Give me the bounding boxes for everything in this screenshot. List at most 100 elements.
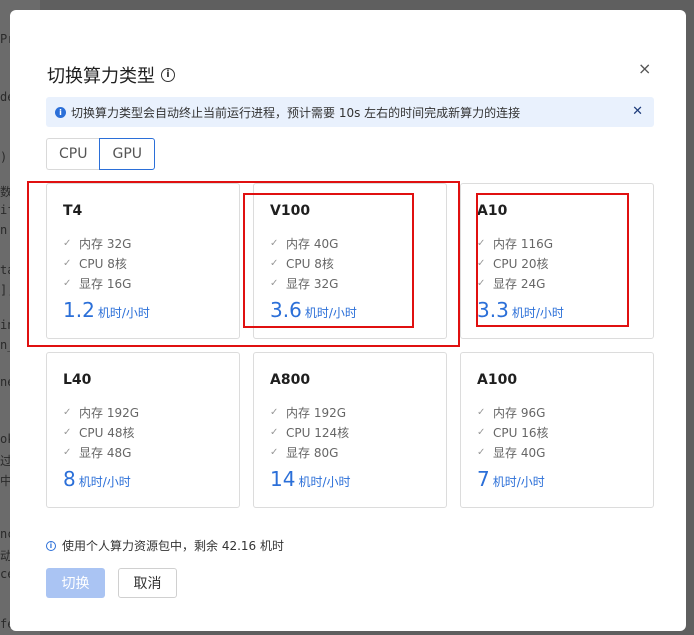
- price: 1.2 机时/小时: [63, 298, 150, 322]
- check-icon: ✓: [270, 447, 279, 458]
- check-icon: ✓: [270, 278, 279, 289]
- spec-memory: ✓ 内存 192G: [63, 404, 139, 421]
- gpu-card-l40[interactable]: L40 ✓ 内存 192G ✓ CPU 48核 ✓ 显存 48G 8 机时/小时: [46, 352, 240, 508]
- spec-cpu: ✓ CPU 20核: [477, 255, 548, 272]
- spec-vram: ✓ 显存 32G: [270, 275, 338, 292]
- spec-text: 显存 40G: [493, 446, 546, 460]
- alert-text: 切换算力类型会自动终止当前运行进程，预计需要 10s 左右的时间完成新算力的连接: [71, 105, 521, 120]
- spec-memory: ✓ 内存 32G: [63, 235, 131, 252]
- check-icon: ✓: [477, 407, 486, 418]
- spec-text: 显存 32G: [286, 277, 339, 291]
- spec-text: CPU 8核: [79, 257, 127, 271]
- check-icon: ✓: [270, 238, 279, 249]
- spec-text: 显存 48G: [79, 446, 132, 460]
- spec-text: 内存 96G: [493, 406, 546, 420]
- code-line: ): [0, 150, 8, 164]
- check-icon: ✓: [63, 447, 72, 458]
- gpu-name: L40: [63, 372, 92, 388]
- cancel-button[interactable]: 取消: [118, 568, 177, 598]
- alert-info-icon: i: [55, 106, 66, 118]
- info-icon: i: [46, 540, 56, 551]
- close-dialog-icon[interactable]: ×: [638, 59, 651, 78]
- spec-text: CPU 124核: [286, 426, 350, 440]
- gpu-card-a100[interactable]: A100 ✓ 内存 96G ✓ CPU 16核 ✓ 显存 40G 7 机时/小时: [460, 352, 654, 508]
- price-value: 3.6: [270, 298, 302, 322]
- check-icon: ✓: [63, 258, 72, 269]
- spec-cpu: ✓ CPU 8核: [270, 255, 334, 272]
- dialog-title-text: 切换算力类型: [47, 66, 155, 87]
- price: 14 机时/小时: [270, 467, 351, 491]
- spec-text: CPU 20核: [493, 257, 549, 271]
- price-value: 8: [63, 467, 76, 491]
- price: 8 机时/小时: [63, 467, 131, 491]
- gpu-card-a10[interactable]: A10 ✓ 内存 116G ✓ CPU 20核 ✓ 显存 24G 3.3 机时/小时: [460, 183, 654, 339]
- price-unit: 机时/小时: [298, 475, 351, 489]
- check-icon: ✓: [477, 258, 486, 269]
- spec-cpu: ✓ CPU 124核: [270, 424, 349, 441]
- info-icon[interactable]: i: [161, 68, 175, 82]
- price-unit: 机时/小时: [511, 306, 564, 320]
- switch-button[interactable]: 切换: [46, 568, 105, 598]
- spec-vram: ✓ 显存 80G: [270, 444, 338, 461]
- spec-cpu: ✓ CPU 48核: [63, 424, 134, 441]
- gpu-card-v100[interactable]: V100 ✓ 内存 40G ✓ CPU 8核 ✓ 显存 32G 3.6 机时/小时: [253, 183, 447, 339]
- gpu-card-a800[interactable]: A800 ✓ 内存 192G ✓ CPU 124核 ✓ 显存 80G 14 机时/小时: [253, 352, 447, 508]
- price: 3.6 机时/小时: [270, 298, 357, 322]
- spec-text: CPU 16核: [493, 426, 549, 440]
- spec-memory: ✓ 内存 116G: [477, 235, 553, 252]
- spec-text: CPU 48核: [79, 426, 135, 440]
- dialog-title: 切换算力类型 i: [47, 62, 175, 88]
- price-value: 14: [270, 467, 296, 491]
- check-icon: ✓: [63, 427, 72, 438]
- gpu-name: A800: [270, 372, 311, 388]
- spec-cpu: ✓ CPU 16核: [477, 424, 548, 441]
- spec-vram: ✓ 显存 16G: [63, 275, 131, 292]
- spec-vram: ✓ 显存 48G: [63, 444, 131, 461]
- price-unit: 机时/小时: [97, 306, 150, 320]
- tab-gpu[interactable]: GPU: [99, 138, 156, 170]
- price: 3.3 机时/小时: [477, 298, 564, 322]
- price-value: 1.2: [63, 298, 95, 322]
- spec-memory: ✓ 内存 96G: [477, 404, 545, 421]
- spec-text: 显存 16G: [79, 277, 132, 291]
- tab-cpu[interactable]: CPU: [46, 138, 100, 170]
- spec-text: 内存 192G: [286, 406, 347, 420]
- check-icon: ✓: [63, 238, 72, 249]
- spec-text: 内存 32G: [79, 237, 132, 251]
- balance-info: i 使用个人算力资源包中，剩余 42.16 机时: [46, 537, 284, 554]
- check-icon: ✓: [63, 278, 72, 289]
- check-icon: ✓: [477, 447, 486, 458]
- compute-type-tabs: CPU GPU: [46, 138, 156, 170]
- check-icon: ✓: [63, 407, 72, 418]
- spec-memory: ✓ 内存 192G: [270, 404, 346, 421]
- spec-cpu: ✓ CPU 8核: [63, 255, 127, 272]
- price-unit: 机时/小时: [304, 306, 357, 320]
- check-icon: ✓: [477, 278, 486, 289]
- gpu-name: A10: [477, 203, 508, 219]
- check-icon: ✓: [270, 258, 279, 269]
- gpu-name: T4: [63, 203, 83, 219]
- spec-text: 内存 192G: [79, 406, 140, 420]
- spec-text: 显存 80G: [286, 446, 339, 460]
- gpu-card-t4[interactable]: T4 ✓ 内存 32G ✓ CPU 8核 ✓ 显存 16G 1.2 机时/小时: [46, 183, 240, 339]
- price-unit: 机时/小时: [492, 475, 545, 489]
- spec-vram: ✓ 显存 24G: [477, 275, 545, 292]
- price: 7 机时/小时: [477, 467, 545, 491]
- price-value: 3.3: [477, 298, 509, 322]
- check-icon: ✓: [477, 238, 486, 249]
- spec-memory: ✓ 内存 40G: [270, 235, 338, 252]
- spec-text: 显存 24G: [493, 277, 546, 291]
- spec-vram: ✓ 显存 40G: [477, 444, 545, 461]
- warning-alert: i 切换算力类型会自动终止当前运行进程，预计需要 10s 左右的时间完成新算力的…: [46, 97, 654, 127]
- check-icon: ✓: [270, 427, 279, 438]
- check-icon: ✓: [270, 407, 279, 418]
- spec-text: 内存 40G: [286, 237, 339, 251]
- switch-compute-dialog: 切换算力类型 i × i 切换算力类型会自动终止当前运行进程，预计需要 10s …: [10, 10, 686, 631]
- balance-text: 使用个人算力资源包中，剩余 42.16 机时: [62, 539, 284, 553]
- spec-text: 内存 116G: [493, 237, 554, 251]
- price-unit: 机时/小时: [78, 475, 131, 489]
- gpu-name: A100: [477, 372, 518, 388]
- alert-close-icon[interactable]: ✕: [632, 104, 643, 119]
- price-value: 7: [477, 467, 490, 491]
- spec-text: CPU 8核: [286, 257, 334, 271]
